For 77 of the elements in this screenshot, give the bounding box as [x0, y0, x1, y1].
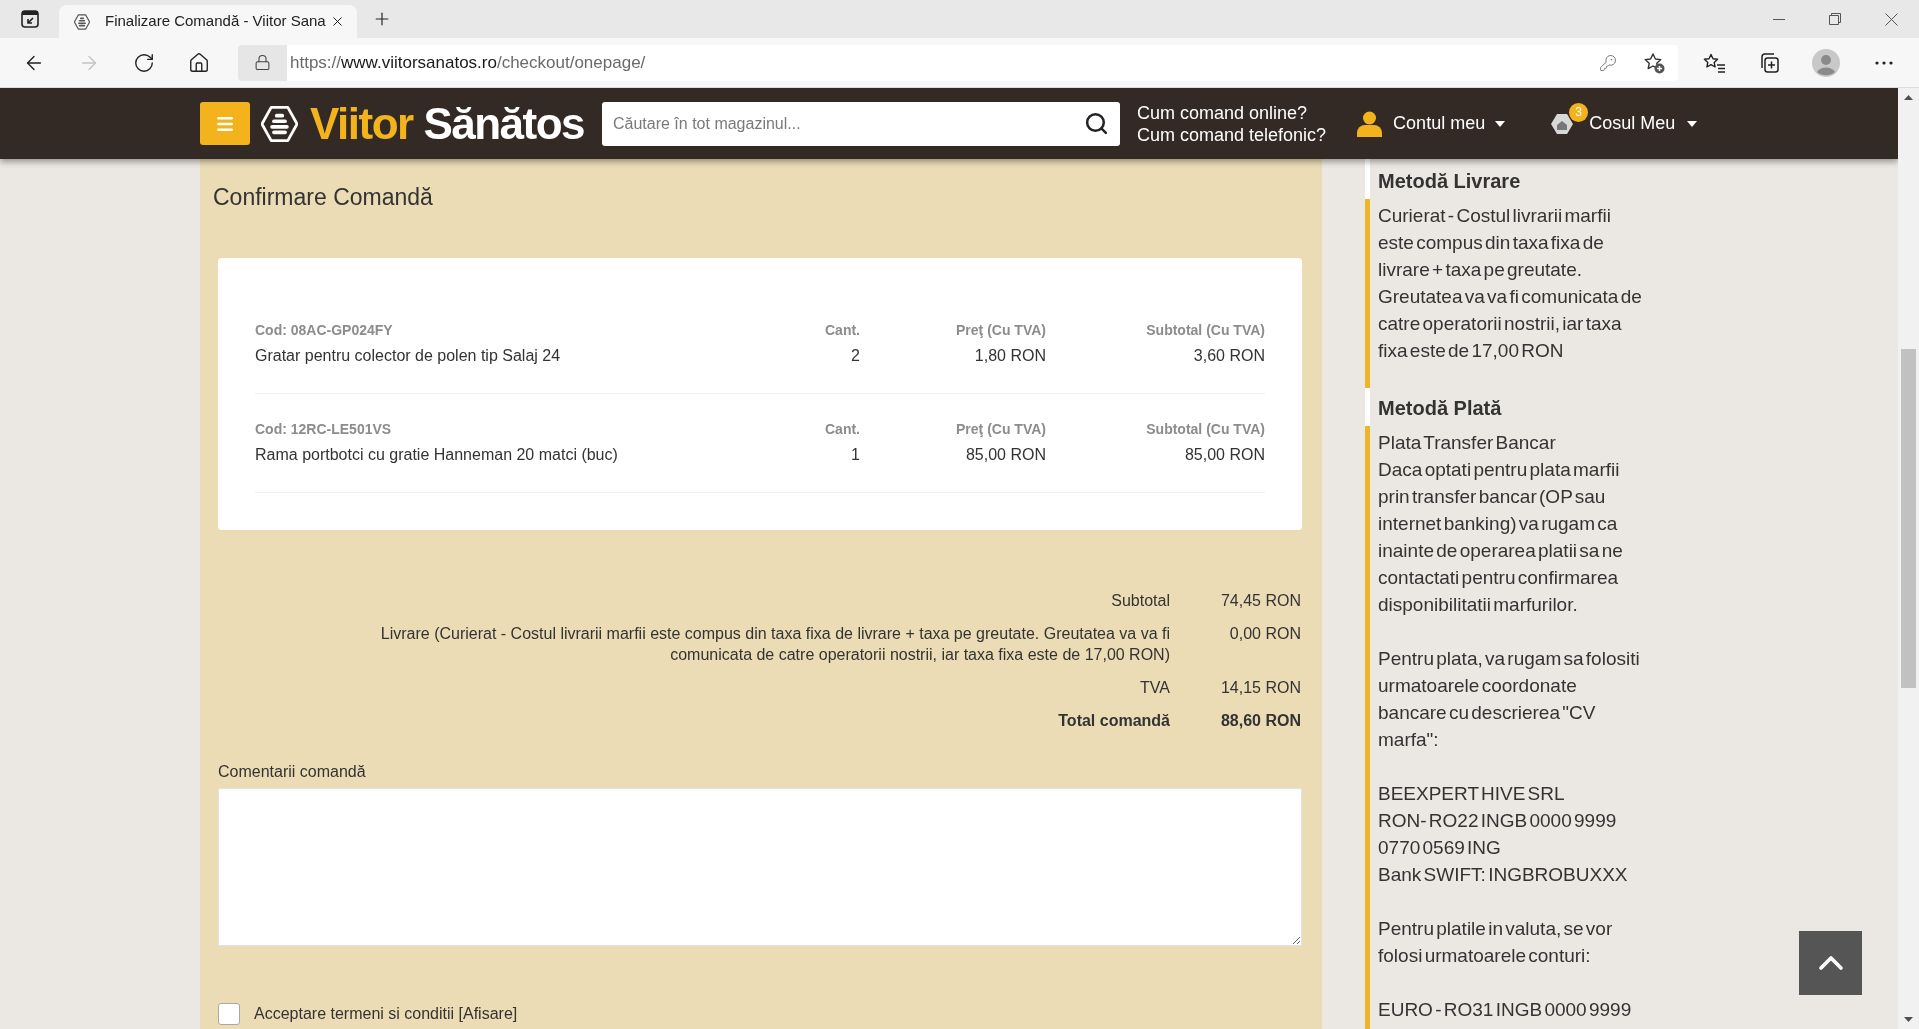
- total-label: Subtotal: [1111, 591, 1170, 611]
- total-label: Total comandă: [1058, 711, 1170, 731]
- browser-tab[interactable]: Finalizare Comandă - Viitor Sana: [59, 5, 357, 38]
- cart-count-badge: 3: [1569, 102, 1589, 122]
- quantity-value: 1: [851, 445, 860, 465]
- sidebar-text: RON- RO22 INGB 0000 9999 0770 0569 ING: [1378, 809, 1618, 860]
- close-icon: [1884, 12, 1898, 26]
- key-icon: [1599, 53, 1617, 72]
- scroll-down-arrow-icon[interactable]: [1904, 1017, 1913, 1022]
- help-link[interactable]: Cum comand telefonic?: [1137, 123, 1327, 146]
- person-icon: [1357, 110, 1383, 137]
- terms-link[interactable]: [Afisare]: [458, 1005, 518, 1022]
- quantity-label: Cant.: [825, 321, 860, 340]
- sidebar-text: Pentru plata, va rugam sa folositi urmatoarele coordonate bancare cu descrierea "CV marfa":: [1378, 647, 1641, 752]
- price-label: Preţ (Cu TVA): [956, 420, 1046, 439]
- site-info-button[interactable]: [238, 44, 287, 81]
- scrollbar[interactable]: [1898, 88, 1919, 1029]
- sidebar-text: Daca optati pentru plata marfii prin transfer bancar (OP sau internet banking) va rugam ca inainte de operarea platii sa ne contactati pentru confirmarea disponibilitatii marfurilor.: [1378, 458, 1624, 617]
- scrollbar-thumb[interactable]: [1901, 349, 1916, 688]
- product-code: Cod: 12RC-LE501VS: [255, 420, 392, 439]
- sidebar-text: Curierat - Costul livrarii marfii este compus din taxa fixa de livrare + taxa pe greutate. Greutatea va va fi comunicata de catre operatorii nostrii, iar taxa fixa este de 17,00 RON: [1378, 204, 1643, 363]
- price-label: Preţ (Cu TVA): [956, 321, 1046, 340]
- home-icon: [188, 51, 210, 74]
- caret-down-icon: [1687, 120, 1698, 127]
- tab-actions-icon[interactable]: [21, 10, 39, 28]
- product-code: Cod: 08AC-GP024FY: [255, 321, 393, 340]
- comments-field[interactable]: [218, 788, 1302, 946]
- caret-down-icon: [1495, 120, 1506, 127]
- sidebar-heading: Metodă Livrare: [1365, 159, 1677, 199]
- sidebar-text: BEEXPERT HIVE SRL: [1378, 782, 1566, 806]
- star-list-icon: [1702, 52, 1726, 73]
- collections-icon: [1758, 51, 1780, 74]
- subtotal-label: Subtotal (Cu TVA): [1146, 321, 1265, 340]
- site-favicon-icon: [74, 13, 90, 30]
- product-name: Gratar pentru colector de polen tip Salaj 24: [255, 346, 561, 366]
- line-subtotal: 3,60 RON: [1193, 346, 1265, 366]
- search-field[interactable]: Căutare în tot magazinul...: [602, 101, 1120, 146]
- terms-label: Acceptare termeni si conditii [Afisare]: [254, 1004, 518, 1024]
- address-field[interactable]: https://www.viitorsanatos.ro/checkout/onepage/: [238, 44, 1678, 81]
- cart-icon: [1551, 112, 1574, 135]
- product-name: Rama portbotci cu gratie Hanneman 20 matci (buc): [255, 445, 618, 465]
- total-value: 0,00 RON: [1228, 624, 1301, 644]
- total-value: 88,60 RON: [1219, 711, 1301, 731]
- avatar-icon: [1812, 48, 1840, 77]
- scroll-to-top-button[interactable]: [1799, 931, 1862, 995]
- search-icon: [1083, 111, 1109, 136]
- sidebar-heading: Metodă Plată: [1365, 388, 1677, 426]
- lock-icon: [254, 54, 271, 71]
- page-title: Confirmare Comandă: [212, 183, 434, 211]
- subtotal-label: Subtotal (Cu TVA): [1146, 420, 1265, 439]
- sidebar-text: Bank SWIFT: INGBROBUXXX: [1378, 863, 1629, 887]
- total-label: Livrare (Curierat - Costul livrarii marfii este compus din taxa fixa de livrare + taxa pe greutate. Greutatea va va fi comunicata de catre operatorii nostrii, iar taxa fixa este de 17,00 RON): [379, 624, 1170, 665]
- line-subtotal: 85,00 RON: [1184, 445, 1265, 465]
- help-link[interactable]: Cum comand online?: [1137, 101, 1327, 124]
- restore-icon: [1829, 13, 1841, 25]
- account-menu-button[interactable]: Contul meu: [1357, 110, 1506, 137]
- scroll-up-arrow-icon[interactable]: [1904, 95, 1913, 100]
- unit-price: 85,00 RON: [965, 445, 1046, 465]
- minimize-icon: [1773, 18, 1785, 20]
- sidebar-text: Pentru platile in valuta, se vor folosi urmatoarele conturi:: [1378, 917, 1614, 968]
- reload-icon: [133, 51, 155, 74]
- url-text: https://www.viitorsanatos.ro/checkout/onepage/: [290, 51, 646, 74]
- comments-label: Comentarii comandă: [218, 762, 366, 782]
- sidebar-text: EURO - RO31 INGB 0000 9999: [1378, 998, 1633, 1022]
- total-label: TVA: [1140, 678, 1170, 698]
- hive-logo-icon: [261, 103, 298, 144]
- terms-checkbox[interactable]: [218, 1003, 240, 1025]
- total-value: 14,15 RON: [1219, 678, 1301, 698]
- unit-price: 1,80 RON: [974, 346, 1046, 366]
- sidebar-text: Plata Transfer Bancar: [1378, 431, 1557, 455]
- cart-menu-button[interactable]: 3 Cosul Meu: [1551, 101, 1698, 146]
- logo-text[interactable]: Viitor Sănătos: [310, 101, 585, 146]
- more-icon: [1875, 60, 1893, 65]
- star-plus-icon: [1643, 51, 1665, 74]
- quantity-label: Cant.: [825, 420, 860, 439]
- total-value: 74,45 RON: [1219, 591, 1301, 611]
- quantity-value: 2: [851, 346, 860, 366]
